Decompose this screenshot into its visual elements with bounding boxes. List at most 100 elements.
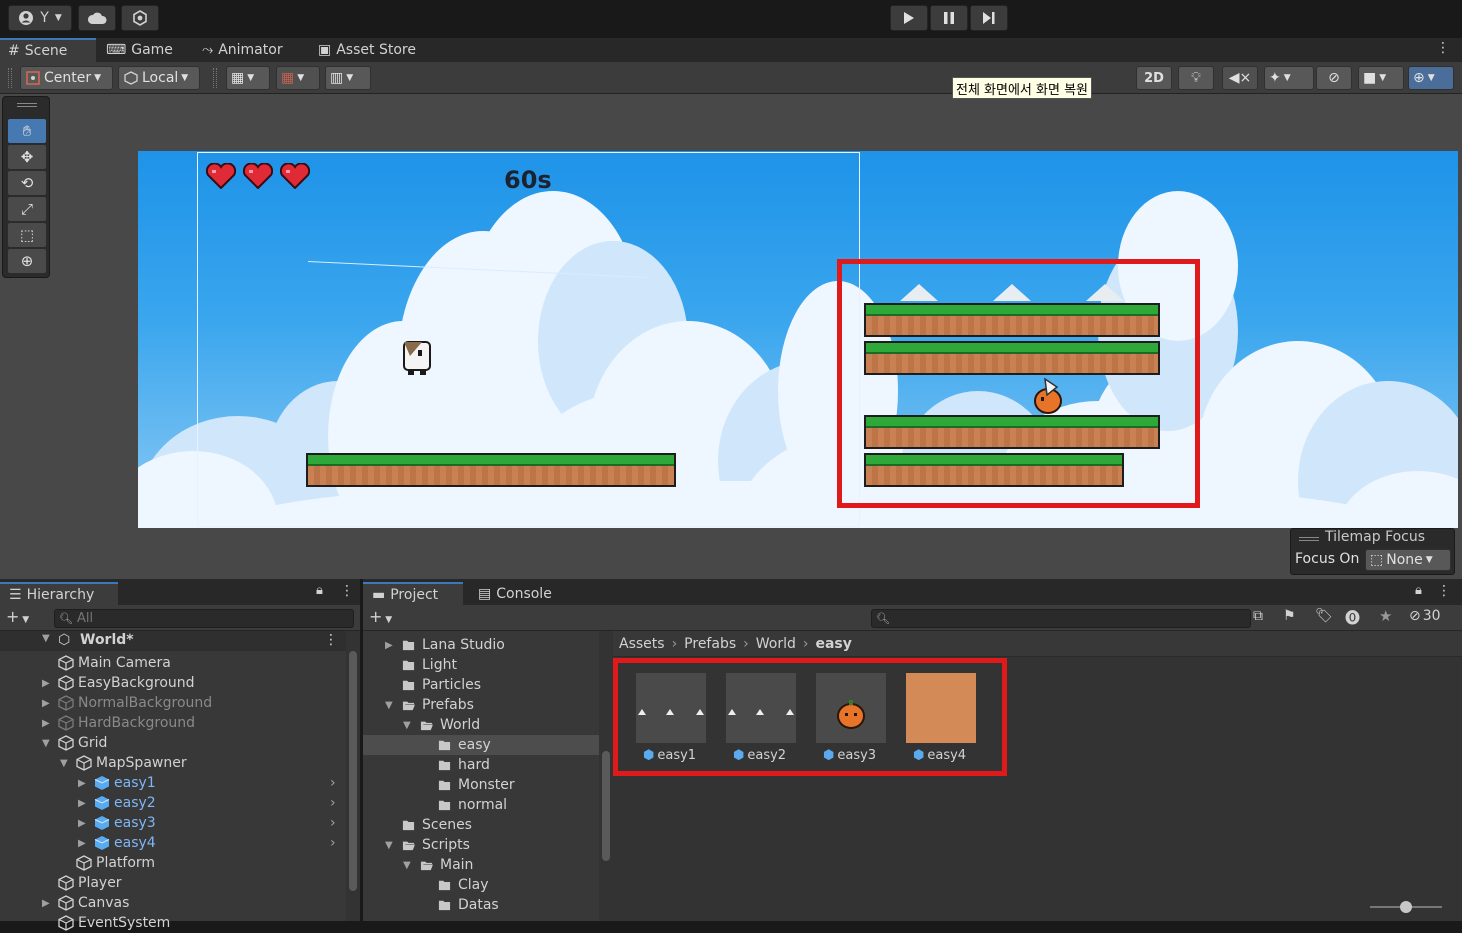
hierarchy-item[interactable]: Platform — [76, 853, 155, 873]
2d-toggle[interactable]: 2D — [1136, 66, 1172, 90]
hierarchy-item[interactable]: ▶ easy4 › — [78, 833, 336, 853]
chevron-down-icon[interactable]: ▼ — [385, 700, 397, 711]
visibility-toggle[interactable]: ⊘ — [1316, 66, 1352, 90]
folder-item[interactable]: Scenes — [401, 815, 472, 835]
hand-tool-button[interactable]: ✋︎ — [8, 119, 46, 143]
folder-item[interactable]: ▼ World — [403, 715, 480, 735]
tab-animator[interactable]: ⤳ Animator — [194, 38, 291, 62]
add-dropdown[interactable]: + ▼ — [6, 607, 29, 626]
ruler-snap-dropdown[interactable]: ▥ ▼ — [325, 66, 371, 90]
hierarchy-scrollbar[interactable] — [346, 631, 360, 921]
chevron-right-icon[interactable]: ▶ — [42, 718, 54, 729]
camera-dropdown[interactable]: ■ ▼ — [1358, 66, 1404, 90]
folder-item[interactable]: ▶ Lana Studio — [385, 635, 505, 655]
hierarchy-search-input[interactable] — [76, 611, 317, 626]
folder-item[interactable]: ▼ Main — [403, 855, 473, 875]
scrollbar-thumb[interactable] — [602, 751, 610, 861]
chevron-right-icon[interactable]: ▶ — [385, 640, 397, 651]
increment-snap-dropdown[interactable]: ▦ ▼ — [276, 66, 320, 90]
tab-scene[interactable]: # Scene — [0, 38, 96, 62]
pivot-dropdown[interactable]: Center ▼ — [20, 66, 113, 90]
more-options-icon[interactable]: ⋮ — [340, 583, 354, 599]
move-tool-button[interactable]: ✥ — [8, 145, 46, 169]
pause-button[interactable] — [930, 5, 968, 31]
hierarchy-item[interactable]: ▶ HardBackground — [42, 713, 195, 733]
breadcrumb-assets[interactable]: Assets — [619, 636, 665, 652]
chevron-right-icon[interactable]: ▶ — [78, 778, 90, 789]
hierarchy-item[interactable]: ▼ MapSpawner — [60, 753, 187, 773]
folder-item[interactable]: Particles — [401, 675, 481, 695]
rotate-tool-button[interactable]: ⟲ — [8, 171, 46, 195]
play-button[interactable] — [890, 5, 928, 31]
chevron-right-icon[interactable]: › — [330, 775, 336, 791]
gizmos-dropdown[interactable]: ⊕ ▼ — [1408, 66, 1454, 90]
folder-item[interactable]: ▼ Scripts — [385, 835, 470, 855]
chevron-right-icon[interactable]: › — [330, 815, 336, 831]
chevron-right-icon[interactable]: ▶ — [42, 678, 54, 689]
scene-root-row[interactable]: ▼ ⬡ World* ⋮ — [0, 631, 346, 651]
grid-snap-dropdown[interactable]: ▦ ▼ — [226, 66, 270, 90]
breadcrumb-world[interactable]: World — [756, 636, 796, 652]
folder-item[interactable]: ▼ Prefabs — [385, 695, 474, 715]
drag-handle[interactable] — [8, 68, 12, 88]
hierarchy-item[interactable]: Player — [58, 873, 122, 893]
chevron-right-icon[interactable]: ▶ — [42, 898, 54, 909]
search-by-type-icon[interactable]: ⧉ — [1253, 608, 1263, 624]
project-search[interactable]: 🔍︎ — [871, 609, 1251, 628]
hierarchy-item[interactable]: EventSystem — [58, 913, 170, 933]
slider-thumb[interactable] — [1400, 901, 1412, 913]
hierarchy-item[interactable]: ▶ easy3 › — [78, 813, 336, 833]
chevron-right-icon[interactable]: ▶ — [42, 698, 54, 709]
chevron-right-icon[interactable]: ▶ — [78, 798, 90, 809]
lighting-toggle[interactable]: 💡︎ — [1178, 66, 1214, 90]
label-icon[interactable]: 🏷︎ — [1315, 608, 1333, 624]
folder-item[interactable]: easy — [437, 735, 491, 755]
chevron-right-icon[interactable]: › — [330, 835, 336, 851]
filter-type-icon[interactable]: ⚑ — [1283, 608, 1296, 624]
scrollbar-thumb[interactable] — [349, 651, 357, 891]
folder-item[interactable]: Datas — [437, 895, 499, 915]
hierarchy-item[interactable]: ▶ EasyBackground — [42, 673, 195, 693]
drag-handle[interactable] — [213, 68, 217, 88]
tab-game[interactable]: ⌨ Game — [98, 38, 181, 62]
tree-scrollbar[interactable] — [599, 631, 613, 921]
step-button[interactable] — [970, 5, 1008, 31]
tab-asset-store[interactable]: ▣ Asset Store — [310, 38, 424, 62]
breadcrumb-easy[interactable]: easy — [815, 636, 851, 652]
hierarchy-item[interactable]: ▶ easy2 › — [78, 793, 336, 813]
chevron-down-icon[interactable]: ▼ — [385, 840, 397, 851]
cloud-button[interactable] — [78, 5, 116, 31]
hidden-packages-toggle[interactable]: ⊘ 30 — [1409, 608, 1441, 624]
chevron-down-icon[interactable]: ▼ — [403, 860, 415, 871]
scale-tool-button[interactable]: ⤢ — [8, 197, 46, 221]
audio-toggle[interactable]: ◀× — [1222, 66, 1258, 90]
folder-item[interactable]: Light — [401, 655, 457, 675]
folder-item[interactable]: hard — [437, 755, 490, 775]
hierarchy-item[interactable]: Main Camera — [58, 653, 171, 673]
chevron-right-icon[interactable]: › — [330, 795, 336, 811]
effects-dropdown[interactable]: ✦ ▼ — [1264, 66, 1314, 90]
more-options-icon[interactable]: ⋮ — [1436, 40, 1450, 56]
chevron-down-icon[interactable]: ▼ — [60, 758, 72, 769]
chevron-down-icon[interactable]: ▼ — [403, 720, 415, 731]
drag-handle[interactable] — [1299, 537, 1319, 541]
warning-icon[interactable]: ⓿ — [1345, 607, 1360, 628]
chevron-right-icon[interactable]: ▶ — [78, 838, 90, 849]
hierarchy-item[interactable]: ▼ Grid — [42, 733, 107, 753]
more-options-icon[interactable]: ⋮ — [324, 632, 338, 648]
star-icon[interactable]: ★ — [1379, 607, 1392, 625]
tab-project[interactable]: ▬ Project — [363, 582, 463, 605]
hierarchy-item[interactable]: ▶ Canvas — [42, 893, 129, 913]
chevron-right-icon[interactable]: ▶ — [78, 818, 90, 829]
folder-item[interactable]: Clay — [437, 875, 489, 895]
rect-tool-button[interactable]: ⬚ — [8, 223, 46, 247]
tab-hierarchy[interactable]: ☰ Hierarchy — [0, 582, 118, 605]
lock-icon[interactable]: 🔒︎ — [1415, 583, 1422, 598]
space-dropdown[interactable]: Local ▼ — [118, 66, 200, 90]
hierarchy-search[interactable]: 🔍︎ — [54, 609, 354, 628]
hierarchy-item[interactable]: ▶ NormalBackground — [42, 693, 212, 713]
folder-item[interactable]: Monster — [437, 775, 515, 795]
breadcrumb-prefabs[interactable]: Prefabs — [684, 636, 736, 652]
focus-on-dropdown[interactable]: ⬚ None ▼ — [1365, 549, 1451, 571]
create-dropdown[interactable]: + ▼ — [369, 607, 392, 626]
